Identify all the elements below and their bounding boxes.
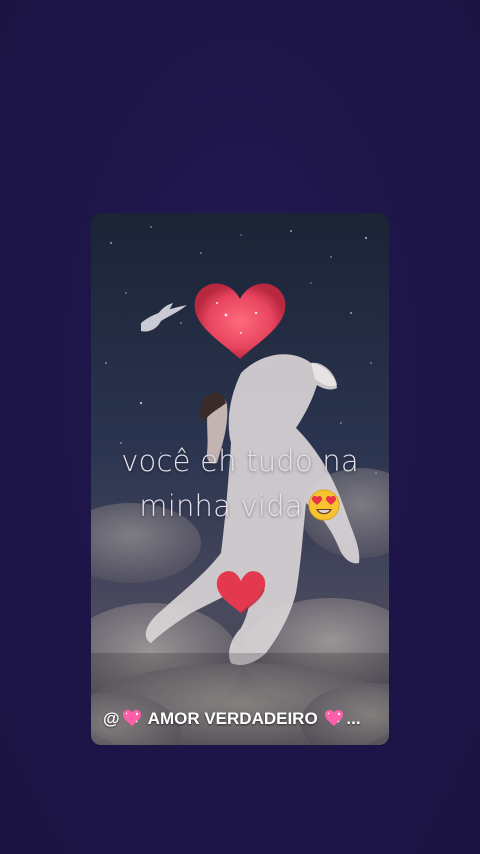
- author-name: AMOR VERDADEIRO: [143, 709, 323, 728]
- author-ellipsis: ...: [346, 709, 361, 728]
- sparkling-heart-emoji-icon: [122, 709, 142, 727]
- caption-line-1: você eh tudo na: [121, 444, 359, 478]
- sparkling-heart-emoji-icon-2: [324, 709, 344, 727]
- heart-eyes-emoji-icon: [307, 488, 341, 535]
- caption-line-2: minha vida: [91, 484, 389, 535]
- video-caption: você eh tudo na minha vida: [91, 439, 389, 535]
- author-prefix: @: [103, 709, 120, 728]
- video-card[interactable]: você eh tudo na minha vida @ AMOR VERDAD…: [91, 213, 389, 745]
- caption-line-2-text: minha vida: [139, 489, 303, 523]
- story-screen: você eh tudo na minha vida @ AMOR VERDAD…: [0, 0, 480, 854]
- author-handle[interactable]: @ AMOR VERDADEIRO ...: [103, 709, 383, 729]
